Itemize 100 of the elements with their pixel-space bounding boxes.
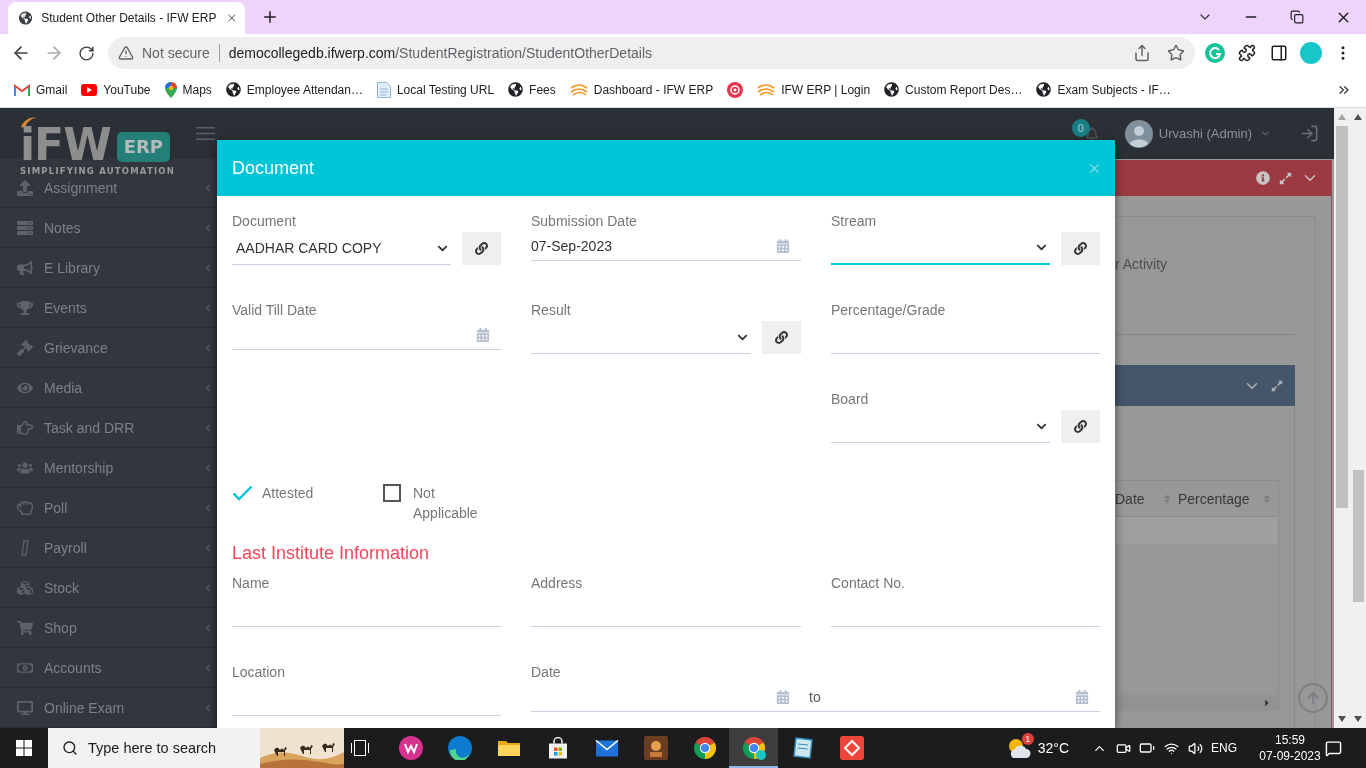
warning-icon (118, 45, 134, 61)
sun-cloud-icon[interactable] (1006, 738, 1031, 758)
column-header[interactable]: Date (1115, 481, 1178, 516)
bookmark-link[interactable]: Employee Attendan… (218, 75, 370, 104)
range-separator-text: to (801, 683, 831, 712)
link-button[interactable] (1061, 232, 1100, 265)
field-label: Valid Till Date (232, 301, 318, 320)
url-text: democollegedb.ifwerp.com/StudentRegistration/StudentOtherDetails (228, 45, 654, 61)
browser-tab[interactable]: Student Other Details - IFW ERP (8, 2, 245, 34)
document-icon (376, 81, 391, 98)
side-panel-icon[interactable] (1270, 44, 1288, 62)
checkbox-option[interactable]: Not Applicable (383, 483, 534, 523)
cart-icon (17, 619, 33, 636)
logo-tagline: SIMPLIFYING AUTOMATION (20, 166, 176, 176)
diamond-tile-icon[interactable] (839, 736, 864, 760)
globe-icon (884, 82, 900, 97)
globe-icon (508, 82, 524, 97)
star-icon[interactable] (1167, 44, 1185, 62)
bookmark-link[interactable]: IFW ERP | Login (750, 75, 878, 104)
door-arrow-icon[interactable] (1300, 124, 1319, 143)
stacked-bars-icon (17, 219, 33, 236)
bookmark-link[interactable]: YouTube (74, 75, 158, 104)
field-label: Result (531, 301, 572, 320)
bookmark-link[interactable]: Custom Report Des… (877, 75, 1030, 104)
link-button[interactable] (462, 232, 501, 265)
bookmark-link[interactable]: Exam Subjects - IF… (1029, 75, 1178, 104)
fist-icon (17, 499, 33, 516)
language-indicator[interactable]: ENG (1207, 741, 1241, 755)
globe-icon (19, 10, 33, 26)
address-bar[interactable]: Not secure democollegedb.ifwerp.com/StudentRegistration/StudentOtherDetails (108, 37, 1195, 69)
link-icon (775, 331, 788, 344)
field-label: Address (531, 574, 584, 593)
w-circle-icon[interactable] (398, 736, 423, 760)
clock-time[interactable]: 15:59 (1275, 732, 1305, 748)
share-icon[interactable] (1133, 44, 1151, 62)
bookmark-link[interactable]: Gmail (7, 75, 75, 104)
play-button-icon (81, 83, 98, 96)
notepad-icon[interactable] (792, 737, 813, 759)
swirl-circle-icon[interactable] (447, 736, 472, 760)
windows-logo-icon[interactable] (16, 740, 32, 756)
select-field[interactable]: AADHAR CARD COPY (232, 232, 451, 265)
scrollbar[interactable] (1334, 108, 1350, 728)
trophy-icon (17, 299, 33, 316)
task-view-icon[interactable] (351, 740, 369, 756)
section-title: Last Institute Information (232, 542, 431, 565)
sort-icon (1162, 493, 1172, 504)
scrollbar-thumb[interactable] (1352, 470, 1364, 602)
temperature-text[interactable]: 32°C (1037, 740, 1069, 756)
swirl-lines-icon (757, 83, 776, 96)
speaker-icon[interactable] (1187, 740, 1203, 756)
wifi-icon[interactable] (1163, 740, 1179, 756)
field-label: Location (232, 663, 286, 682)
clock-date[interactable]: 07-09-2023 (1259, 748, 1321, 764)
user-name[interactable]: Urvashi (Admin) (1158, 126, 1252, 141)
notification-badge: 0 (1071, 118, 1090, 137)
folder-icon[interactable] (496, 739, 521, 757)
color-wheel-badge-icon[interactable] (741, 736, 766, 760)
link-button[interactable] (762, 321, 801, 354)
reload-icon[interactable] (78, 44, 95, 62)
photo-tile-icon[interactable] (643, 736, 668, 760)
shopping-bag-icon[interactable] (547, 737, 568, 759)
scrollbar[interactable] (1350, 108, 1366, 728)
checkbox-option[interactable]: Attested (232, 483, 383, 523)
globe-icon (1036, 82, 1052, 97)
expand-icon[interactable] (1271, 379, 1283, 392)
info-icon[interactable] (1256, 171, 1270, 185)
battery-icon[interactable] (1139, 740, 1155, 756)
pointing-hand-icon (17, 419, 33, 436)
bookmark-link[interactable]: Local Testing URL (369, 75, 502, 104)
scrollbar-thumb[interactable] (1336, 126, 1348, 508)
expand-icon[interactable] (1279, 171, 1292, 185)
map-pin-icon (164, 81, 177, 98)
color-wheel-icon[interactable] (692, 736, 717, 760)
gavel-icon (17, 339, 33, 356)
puzzle-icon[interactable] (1238, 44, 1256, 62)
date-field[interactable]: 07-Sep-2023 (531, 232, 801, 261)
user-avatar-icon[interactable] (1124, 119, 1153, 148)
horizontal-scrollbar[interactable] (1115, 695, 1278, 711)
plus-icon[interactable] (261, 8, 279, 26)
link-button[interactable] (1061, 410, 1100, 443)
search-bar[interactable]: Type here to search (48, 728, 344, 768)
field-label: Date (531, 663, 562, 682)
sidebar-item[interactable]: Notes (0, 208, 217, 248)
bookmark-link[interactable]: Dashboard - IFW ERP (562, 75, 721, 104)
bookmark-link[interactable]: Fees (501, 75, 563, 104)
envelope-icon[interactable] (594, 739, 619, 757)
taskbar-app-button[interactable] (729, 728, 778, 768)
chevron-down-icon (1036, 242, 1047, 253)
column-header[interactable]: Percentage (1178, 481, 1278, 516)
bookmark-link[interactable]: Maps (157, 75, 219, 104)
monitor-icon (17, 699, 33, 716)
weather-badge: 1 (1021, 733, 1034, 745)
search-icon (62, 740, 78, 756)
search-input[interactable]: Type here to search (88, 740, 250, 756)
notification-icon[interactable] (1324, 739, 1342, 757)
envelope-m-icon (14, 83, 30, 96)
field-label: Stream (831, 212, 878, 231)
cubes-icon (17, 579, 33, 596)
dialog-title: Document (232, 157, 315, 179)
restore-icon[interactable] (1290, 10, 1304, 24)
